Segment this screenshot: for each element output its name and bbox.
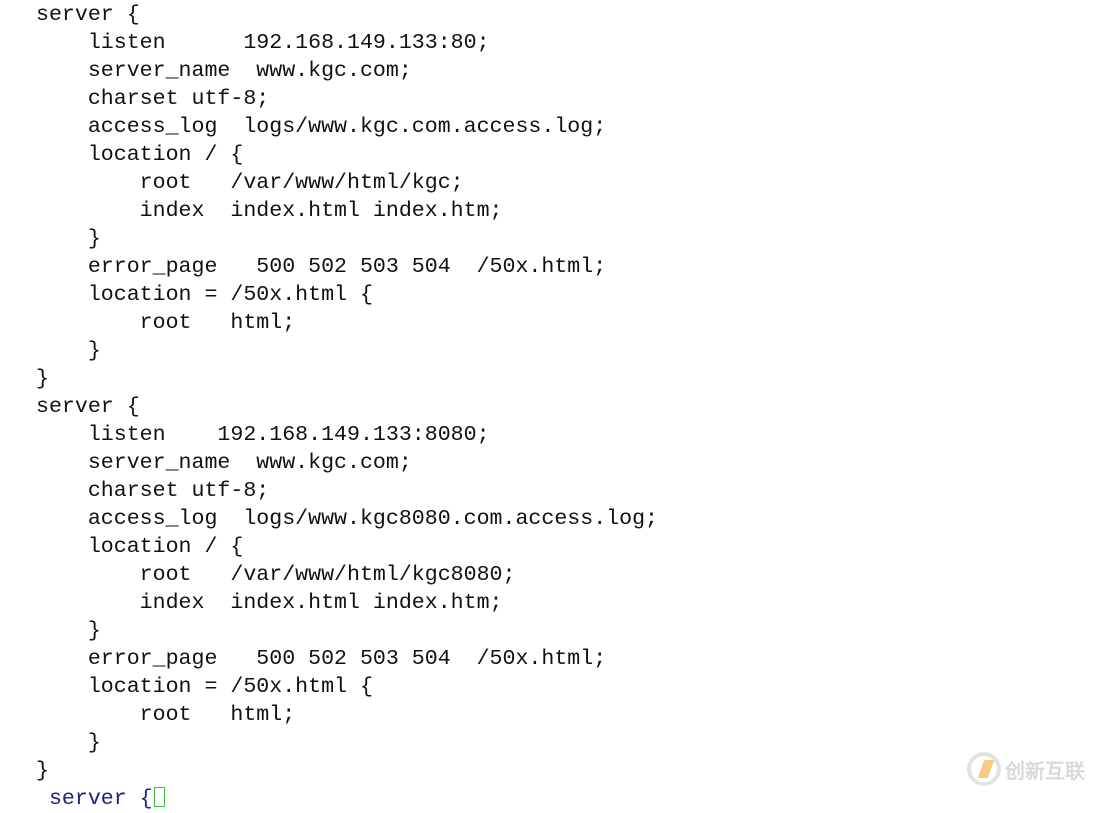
text-cursor [153, 787, 165, 807]
code-line: index index.html index.htm; [36, 591, 503, 615]
code-line: listen 192.168.149.133:8080; [36, 423, 490, 447]
watermark-text: 创新互联 [1005, 758, 1085, 783]
code-line: root html; [36, 703, 296, 727]
code-line: } [36, 731, 101, 755]
code-line: server { [36, 3, 140, 27]
code-line: location = /50x.html { [36, 675, 373, 699]
code-line: error_page 500 502 503 504 /50x.html; [36, 255, 607, 279]
code-line: access_log logs/www.kgc.com.access.log; [36, 115, 607, 139]
code-line: } [36, 619, 101, 643]
code-line: root /var/www/html/kgc; [36, 171, 464, 195]
code-line: listen 192.168.149.133:80; [36, 31, 490, 55]
code-line: } [36, 227, 101, 251]
code-line: server_name www.kgc.com; [36, 451, 412, 475]
code-line: index index.html index.htm; [36, 199, 503, 223]
code-line: location / { [36, 535, 244, 559]
code-line: error_page 500 502 503 504 /50x.html; [36, 647, 607, 671]
watermark: 创新互联 [967, 752, 1085, 786]
code-line: } [36, 339, 101, 363]
code-line: location = /50x.html { [36, 283, 373, 307]
code-line: access_log logs/www.kgc8080.com.access.l… [36, 507, 659, 531]
current-line-text: server { [36, 787, 153, 811]
code-line: root html; [36, 311, 296, 335]
brand-logo-icon [967, 752, 1001, 786]
code-line: server { [36, 395, 140, 419]
code-line: charset utf-8; [36, 479, 270, 503]
code-editor[interactable]: server { listen 192.168.149.133:80; serv… [36, 1, 658, 813]
code-line: } [36, 367, 49, 391]
code-line: location / { [36, 143, 244, 167]
code-line-current: server { [36, 785, 658, 813]
code-line: } [36, 759, 49, 783]
code-line: charset utf-8; [36, 87, 270, 111]
code-line: root /var/www/html/kgc8080; [36, 563, 516, 587]
code-line: server_name www.kgc.com; [36, 59, 412, 83]
